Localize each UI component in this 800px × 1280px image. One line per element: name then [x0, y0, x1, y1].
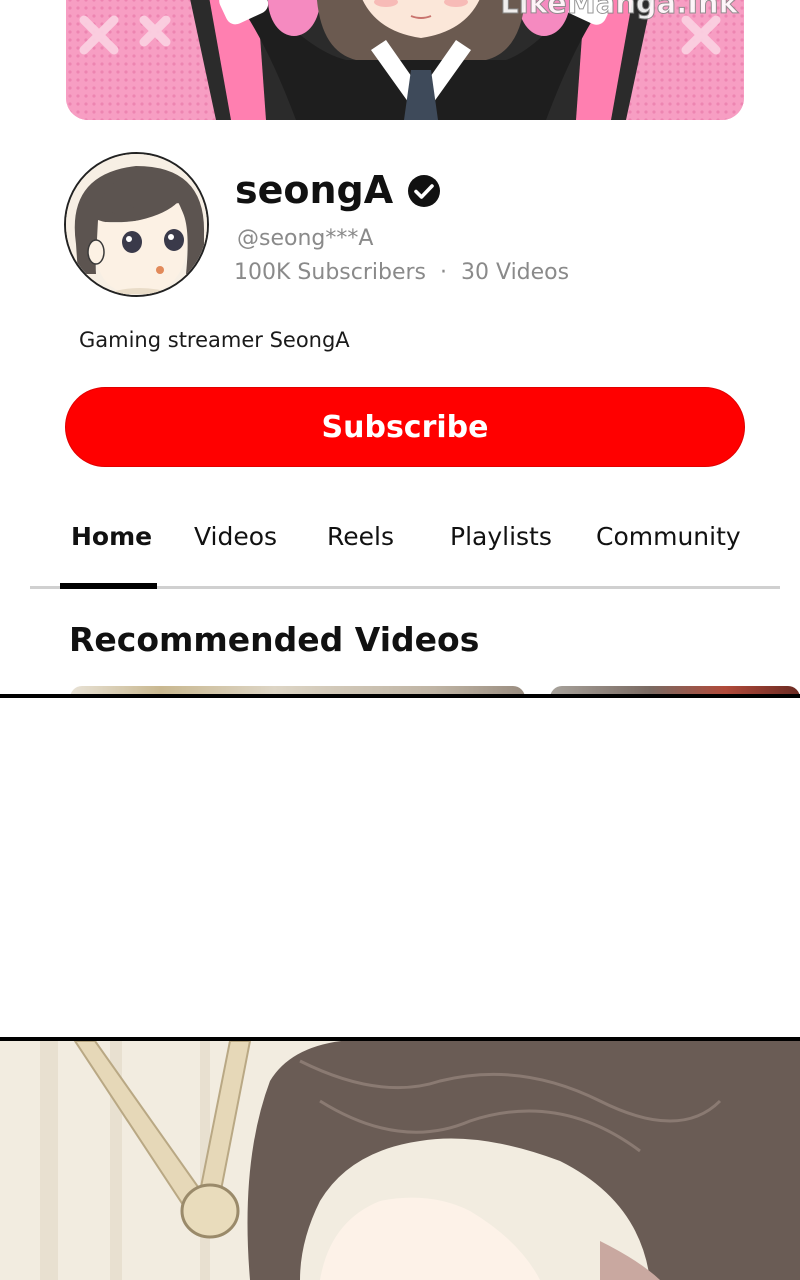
channel-description[interactable]: Gaming streamer SeongA	[79, 328, 350, 352]
tab-reels[interactable]: Reels	[327, 522, 394, 551]
video-count: 30 Videos	[461, 260, 570, 285]
stats-separator: ·	[440, 260, 448, 285]
channel-avatar[interactable]	[64, 152, 209, 297]
comic-panel-illustration	[0, 1041, 800, 1280]
channel-handle: @seong***A	[237, 226, 374, 251]
watermark-text: LikeManga.Ink	[500, 0, 739, 21]
channel-name-text: seongA	[235, 168, 394, 212]
active-tab-indicator	[60, 583, 157, 589]
subscribe-button[interactable]: Subscribe	[65, 387, 745, 467]
tab-videos[interactable]: Videos	[194, 522, 277, 551]
recommended-videos-heading: Recommended Videos	[69, 620, 480, 659]
blank-panel	[0, 698, 800, 1038]
channel-name: seongA	[235, 168, 441, 212]
tab-playlists[interactable]: Playlists	[450, 522, 552, 551]
tab-home[interactable]: Home	[71, 522, 152, 551]
channel-stats: 100K Subscribers · 30 Videos	[234, 260, 569, 285]
subscriber-count: 100K Subscribers	[234, 260, 427, 285]
tab-community[interactable]: Community	[596, 522, 741, 551]
verified-check-icon	[407, 173, 441, 207]
avatar-illustration	[66, 154, 207, 295]
channel-tabs: Home Videos Reels Playlists Community	[30, 518, 780, 589]
channel-banner: LikeManga.Ink	[66, 0, 744, 120]
